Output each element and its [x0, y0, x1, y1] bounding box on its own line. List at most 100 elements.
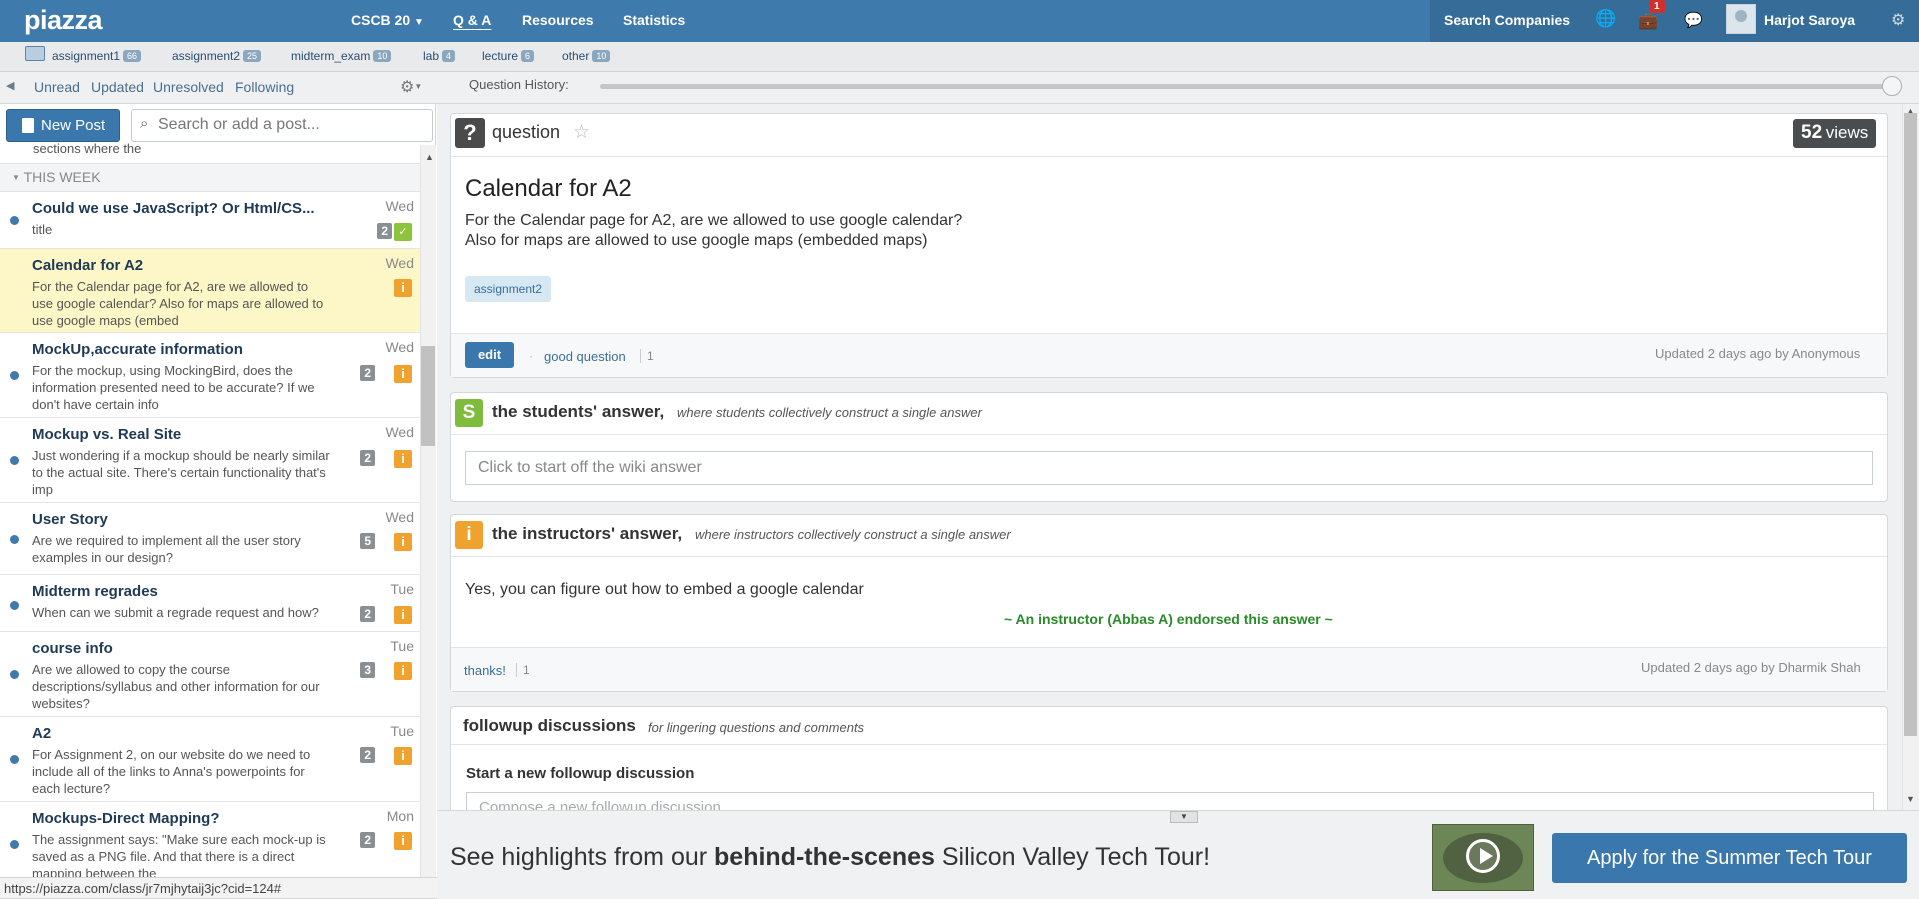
post-title: MockUp,accurate information — [32, 341, 243, 358]
folder-label: assignment1 — [52, 49, 121, 63]
feed-item[interactable]: course info Are we allowed to copy the c… — [0, 632, 420, 717]
folder-count: 66 — [123, 50, 142, 62]
instructor-answer-icon: i — [394, 533, 412, 551]
reply-count: 2 — [360, 450, 375, 466]
folder-tag[interactable]: assignment2 — [465, 276, 552, 302]
feed-item[interactable]: Mockups-Direct Mapping? The assignment s… — [0, 802, 420, 887]
apply-tech-tour-button[interactable]: Apply for the Summer Tech Tour — [1552, 833, 1907, 883]
globe-icon[interactable]: 🌐 — [1595, 9, 1616, 29]
folder-icon[interactable] — [25, 46, 45, 61]
folder-label: midterm_exam — [291, 49, 371, 63]
folder-assignment2[interactable]: assignment2 25 — [172, 49, 262, 63]
edit-button[interactable]: edit — [465, 342, 514, 368]
unread-dot-icon — [10, 840, 19, 849]
post-date: Wed — [385, 339, 414, 355]
collapse-left-icon[interactable]: ◀ — [6, 79, 14, 92]
search-input[interactable] — [158, 115, 428, 135]
folder-midterm-exam[interactable]: midterm_exam 10 — [291, 49, 392, 63]
thanks-button[interactable]: thanks! — [464, 663, 506, 678]
folder-label: other — [562, 49, 590, 63]
feed-item[interactable]: User Story Are we required to implement … — [0, 503, 420, 575]
notification-badge[interactable]: 1 — [1649, 0, 1665, 13]
instructor-answer-icon: i — [394, 747, 412, 765]
scroll-down-icon[interactable]: ▼ — [1906, 794, 1915, 804]
post-snippet: When can we submit a regrade request and… — [32, 605, 319, 620]
reply-count: 5 — [360, 533, 375, 549]
feed-settings-gear-icon[interactable]: ⚙▼ — [400, 77, 422, 97]
class-name: CSCB 20 — [351, 12, 411, 28]
feed-scrollbar-thumb[interactable] — [421, 346, 435, 446]
question-icon: ? — [455, 118, 485, 148]
chat-icon[interactable]: 💬 — [1684, 11, 1703, 29]
section-header-this-week[interactable]: ▼ THIS WEEK — [0, 163, 420, 192]
nav-resources[interactable]: Resources — [522, 12, 594, 28]
filter-following[interactable]: Following — [235, 79, 294, 95]
briefcase-icon[interactable]: 💼 — [1638, 11, 1658, 31]
search-icon: ⌕ — [140, 115, 149, 132]
thanks-count: 1 — [516, 663, 530, 677]
folder-count: 4 — [442, 50, 456, 62]
question-history-slider[interactable] — [600, 84, 1893, 89]
good-question-button[interactable]: good question — [544, 349, 626, 364]
feed-item-selected[interactable]: Calendar for A2 For the Calendar page fo… — [0, 249, 420, 333]
instructor-answer-icon: i — [394, 365, 412, 383]
folder-lecture[interactable]: lecture 6 — [482, 49, 535, 63]
slider-handle[interactable] — [1882, 76, 1902, 96]
settings-gear-icon[interactable]: ⚙ — [1891, 10, 1905, 30]
instructors-answer-subheading: where instructors collectively construct… — [695, 527, 1011, 542]
post-date: Wed — [385, 255, 414, 271]
post-date: Tue — [390, 581, 414, 597]
views-badge: 52 views — [1793, 119, 1877, 148]
post-date: Wed — [385, 198, 414, 214]
separator-dot: · — [529, 349, 533, 363]
post-date: Wed — [385, 509, 414, 525]
post-title: Mockups-Direct Mapping? — [32, 810, 220, 827]
folder-other[interactable]: other 10 — [562, 49, 611, 63]
ad-text-bold: behind-the-scenes — [714, 843, 935, 871]
username[interactable]: Harjot Saroya — [1764, 12, 1855, 28]
good-answer-icon: ✓ — [394, 223, 412, 241]
piazza-logo[interactable]: piazza — [24, 5, 103, 36]
star-icon[interactable]: ☆ — [573, 121, 590, 144]
previous-post-snippet[interactable]: sections where the — [33, 141, 141, 156]
class-dropdown[interactable]: CSCB 20 ▼ — [351, 12, 424, 28]
unread-dot-icon — [10, 601, 19, 610]
filter-unread[interactable]: Unread — [34, 79, 80, 95]
reply-count: 3 — [360, 662, 375, 678]
avatar[interactable] — [1726, 4, 1756, 34]
views-label: views — [1825, 123, 1869, 142]
feed-item[interactable]: Mockup vs. Real Site Just wondering if a… — [0, 418, 420, 503]
post-title: Could we use JavaScript? Or Html/CS... — [32, 200, 315, 217]
nav-qa[interactable]: Q & A — [453, 12, 491, 28]
post-title: User Story — [32, 511, 108, 528]
folder-count: 10 — [373, 50, 392, 62]
wiki-answer-input[interactable]: Click to start off the wiki answer — [465, 451, 1873, 485]
good-question-count: 1 — [640, 349, 654, 363]
students-answer-subheading: where students collectively construct a … — [677, 405, 982, 420]
folder-assignment1[interactable]: assignment1 66 — [52, 49, 142, 63]
folder-lab[interactable]: lab 4 — [423, 49, 456, 63]
reply-count: 2 — [360, 832, 375, 848]
feed-item[interactable]: MockUp,accurate information For the mock… — [0, 333, 420, 418]
endorsement-note: ~ An instructor (Abbas A) endorsed this … — [1004, 611, 1333, 627]
feed-item[interactable]: Midterm regrades When can we submit a re… — [0, 575, 420, 632]
feed-item[interactable]: Could we use JavaScript? Or Html/CS... t… — [0, 192, 420, 249]
scroll-up-icon[interactable]: ▲ — [425, 152, 434, 162]
followup-compose-input[interactable]: Compose a new followup discussion — [466, 792, 1874, 812]
nav-statistics[interactable]: Statistics — [623, 12, 685, 28]
feed-scrollbar[interactable] — [420, 145, 436, 899]
ad-collapse-toggle[interactable]: ▼ — [1170, 811, 1198, 823]
instructor-answer-text: Yes, you can figure out how to embed a g… — [465, 581, 864, 598]
content-scrollbar-thumb[interactable] — [1904, 113, 1917, 736]
post-title: course info — [32, 640, 113, 657]
views-count: 52 — [1801, 122, 1823, 143]
filter-updated[interactable]: Updated — [91, 79, 144, 95]
feed-item[interactable]: A2 For Assignment 2, on our website do w… — [0, 717, 420, 802]
reply-count: 2 — [360, 365, 375, 381]
ad-text: See highlights from our behind-the-scene… — [450, 843, 1210, 872]
play-icon[interactable] — [1466, 839, 1500, 873]
search-companies-link[interactable]: Search Companies — [1444, 12, 1570, 28]
unread-dot-icon — [10, 216, 19, 225]
filter-unresolved[interactable]: Unresolved — [153, 79, 224, 95]
students-answer-card — [450, 392, 1888, 502]
